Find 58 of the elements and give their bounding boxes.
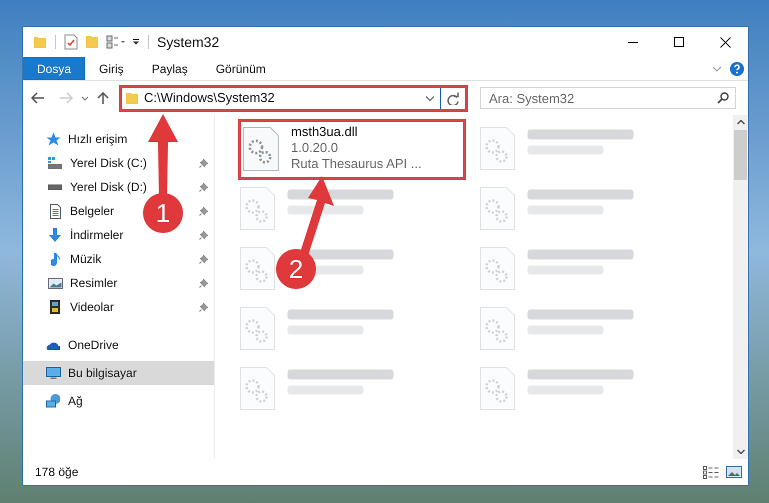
pin-icon[interactable] — [199, 302, 208, 312]
film-icon — [50, 300, 60, 314]
picture-icon — [48, 278, 62, 288]
ribbon-tab[interactable]: Giriş — [85, 57, 138, 80]
network-icon — [46, 394, 60, 408]
scroll-up-icon[interactable] — [736, 120, 744, 125]
monitor-icon — [46, 366, 60, 380]
view-icon[interactable] — [106, 35, 126, 49]
sidebar-item[interactable]: Videolar — [23, 295, 116, 319]
up-icon[interactable] — [97, 92, 109, 104]
sidebar-item[interactable]: Bu bilgisayar — [23, 361, 214, 385]
help-icon[interactable] — [730, 62, 744, 76]
chevron-icon[interactable] — [81, 96, 89, 100]
cloud-icon — [46, 340, 60, 350]
refresh-icon[interactable] — [447, 92, 459, 104]
pin-icon[interactable] — [199, 158, 208, 168]
dropdown-icon[interactable] — [132, 39, 140, 45]
properties-icon[interactable] — [64, 34, 78, 50]
sidebar-item[interactable]: Müzik — [23, 247, 104, 271]
file-detail: 1.0.20.0 — [291, 140, 339, 156]
maximize-icon — [674, 37, 684, 47]
pin-icon[interactable] — [199, 230, 208, 240]
file-detail: Ruta Thesaurus API ... — [291, 156, 422, 172]
sidebar-item[interactable]: Yerel Disk (C:) — [23, 151, 149, 175]
window-title: System32 — [157, 32, 220, 52]
file-name: msth3ua.dll — [291, 124, 358, 140]
scrollbar-thumb[interactable] — [734, 130, 747, 180]
pin-icon[interactable] — [199, 182, 208, 192]
document-icon — [50, 204, 60, 218]
ribbon-tab[interactable]: Paylaş — [138, 57, 202, 80]
sidebar-item[interactable]: Resimler — [23, 271, 120, 295]
pin-icon[interactable] — [199, 278, 208, 288]
back-icon[interactable] — [31, 92, 45, 104]
sidebar-item[interactable]: İndirmeler — [23, 223, 126, 247]
folder-icon — [126, 92, 138, 104]
ribbon-tab[interactable]: Görünüm — [202, 57, 280, 80]
ribbon-tab[interactable]: Dosya — [23, 57, 86, 80]
file-tile[interactable]: msth3ua.dll 1.0.20.0 Ruta Thesaurus API ... — [243, 126, 422, 172]
down-arrow-icon — [49, 228, 61, 242]
scrollbar[interactable] — [733, 115, 748, 459]
sidebar-item[interactable]: Hızlı erişim — [23, 127, 130, 151]
pin-icon[interactable] — [199, 254, 208, 264]
sidebar-item[interactable]: Belgeler — [23, 199, 116, 223]
star-icon — [46, 132, 60, 146]
item-count: 178 öğe — [35, 464, 78, 481]
details-view-icon[interactable] — [703, 466, 720, 478]
drive-icon — [48, 157, 62, 169]
sidebar-item[interactable]: OneDrive — [23, 333, 121, 357]
pin-icon[interactable] — [199, 206, 208, 216]
sidebar-item[interactable]: Ağ — [23, 389, 85, 413]
music-note-icon — [50, 252, 60, 266]
close-icon — [720, 36, 730, 48]
scroll-down-icon[interactable] — [736, 449, 744, 454]
file-gear-icon — [243, 126, 279, 170]
tiles-view-icon[interactable] — [726, 466, 742, 478]
address-field[interactable]: C:\Windows\System32 — [122, 88, 440, 108]
drive-icon — [48, 184, 62, 190]
chevron-icon[interactable] — [426, 96, 434, 100]
